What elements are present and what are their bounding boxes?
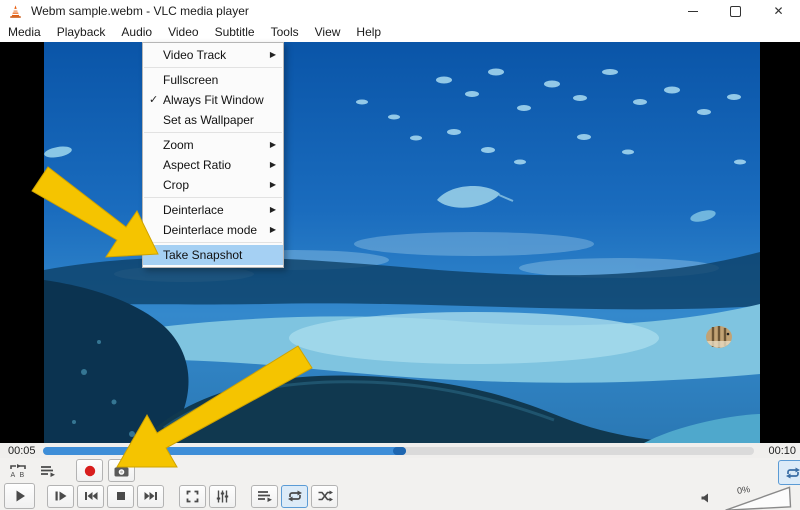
playlist-icon (258, 491, 272, 502)
seek-bar[interactable] (43, 446, 754, 455)
snapshot-camera-icon (114, 465, 129, 476)
seek-fill (43, 446, 406, 455)
menu-item-label: Take Snapshot (163, 248, 243, 262)
loop-icon (785, 467, 800, 478)
step-forward-icon (55, 491, 67, 501)
menu-item-label: Set as Wallpaper (163, 113, 254, 127)
next-icon (144, 492, 157, 500)
menu-item-fullscreen[interactable]: Fullscreen (143, 70, 283, 90)
menubar-item-audio[interactable]: Audio (113, 22, 160, 42)
menu-item-label: Crop (163, 178, 190, 192)
next-button[interactable] (137, 484, 164, 508)
seek-handle[interactable] (392, 446, 406, 455)
maximize-button[interactable] (714, 0, 757, 22)
svg-text:A: A (11, 472, 16, 479)
step-forward-button[interactable] (47, 484, 74, 508)
menubar-item-view[interactable]: View (307, 22, 349, 42)
stop-icon (116, 492, 125, 500)
menubar-item-media[interactable]: Media (0, 22, 49, 42)
menu-separator (144, 197, 282, 198)
menu-item-set-as-wallpaper[interactable]: Set as Wallpaper (143, 110, 283, 130)
menu-item-crop[interactable]: Crop ▶ (143, 175, 283, 195)
menu-separator (144, 67, 282, 68)
extended-settings-button[interactable] (209, 484, 236, 508)
docked-loop-button[interactable] (778, 460, 800, 485)
video-area[interactable] (0, 42, 800, 443)
menu-item-label: Aspect Ratio (163, 158, 232, 172)
frame-by-frame-button[interactable] (35, 460, 59, 482)
total-time: 00:10 (768, 444, 796, 457)
playlist-button[interactable] (251, 484, 278, 508)
elapsed-time: 00:05 (8, 444, 36, 457)
play-icon (16, 490, 25, 502)
speaker-icon[interactable] (700, 492, 712, 504)
loop-icon (287, 490, 302, 502)
svg-text:B: B (20, 472, 25, 479)
loop-button[interactable] (281, 484, 308, 508)
submenu-arrow-icon: ▶ (269, 50, 276, 59)
check-icon: ✓ (149, 94, 159, 106)
advanced-controls-row: A B (6, 459, 135, 482)
menu-item-label: Always Fit Window (163, 93, 264, 107)
menubar-item-help[interactable]: Help (348, 22, 389, 42)
stop-button[interactable] (107, 484, 134, 508)
menu-item-take-snapshot[interactable]: Take Snapshot (143, 245, 283, 265)
ab-loop-button[interactable]: A B (6, 460, 30, 482)
snapshot-button[interactable] (108, 459, 135, 482)
submenu-arrow-icon: ▶ (269, 225, 276, 234)
menu-item-video-track[interactable]: Video Track ▶ (143, 45, 283, 65)
record-icon (84, 465, 95, 476)
random-button[interactable] (311, 484, 338, 508)
menu-separator (144, 132, 282, 133)
menu-item-label: Fullscreen (163, 73, 219, 87)
submenu-arrow-icon: ▶ (269, 160, 276, 169)
play-button[interactable] (4, 483, 35, 509)
controls-bar: A B 0% (0, 458, 800, 510)
menu-item-deinterlace-mode[interactable]: Deinterlace mode ▶ (143, 220, 283, 240)
maximize-icon (730, 5, 741, 17)
frame-by-frame-icon (40, 465, 55, 477)
submenu-arrow-icon: ▶ (269, 140, 276, 149)
submenu-arrow-icon: ▶ (269, 205, 276, 214)
menu-item-aspect-ratio[interactable]: Aspect Ratio ▶ (143, 155, 283, 175)
submenu-arrow-icon: ▶ (269, 180, 276, 189)
striped-fish (706, 326, 732, 348)
menu-item-label: Deinterlace mode (163, 223, 258, 237)
volume-slider[interactable] (723, 484, 792, 510)
menu-item-always-fit-window[interactable]: ✓ Always Fit Window (143, 90, 283, 110)
menubar: Media Playback Audio Video Subtitle Tool… (0, 22, 800, 42)
minimize-icon (687, 10, 698, 12)
window-title: Webm sample.webm - VLC media player (31, 4, 249, 18)
main-controls-row (4, 483, 338, 509)
titlebar: Webm sample.webm - VLC media player ✕ (0, 0, 800, 22)
fullscreen-button[interactable] (179, 484, 206, 508)
previous-icon (84, 492, 97, 500)
menu-item-label: Video Track (163, 48, 227, 62)
menu-item-deinterlace[interactable]: Deinterlace ▶ (143, 200, 283, 220)
menu-item-zoom[interactable]: Zoom ▶ (143, 135, 283, 155)
video-dropdown-menu: Video Track ▶ Fullscreen ✓ Always Fit Wi… (142, 42, 284, 268)
seek-row: 00:05 00:10 (0, 443, 800, 458)
menu-separator (144, 242, 282, 243)
equalizer-sliders-icon (216, 490, 229, 502)
menubar-item-subtitle[interactable]: Subtitle (207, 22, 263, 42)
menubar-item-tools[interactable]: Tools (263, 22, 307, 42)
menubar-item-video[interactable]: Video (160, 22, 206, 42)
menubar-item-playback[interactable]: Playback (49, 22, 114, 42)
vlc-cone-icon (10, 4, 21, 18)
menu-item-label: Deinterlace (163, 203, 224, 217)
close-icon: ✕ (773, 4, 784, 18)
window-controls: ✕ (671, 0, 800, 22)
volume-cluster: 0% (700, 484, 792, 510)
menu-item-label: Zoom (163, 138, 194, 152)
minimize-button[interactable] (671, 0, 714, 22)
vlc-window: Webm sample.webm - VLC media player ✕ Me… (0, 0, 800, 510)
previous-button[interactable] (77, 484, 104, 508)
shuffle-icon (318, 490, 333, 502)
close-button[interactable]: ✕ (757, 0, 800, 22)
record-button[interactable] (76, 459, 103, 482)
fullscreen-icon (186, 490, 199, 502)
ab-loop-icon: A B (10, 463, 26, 479)
